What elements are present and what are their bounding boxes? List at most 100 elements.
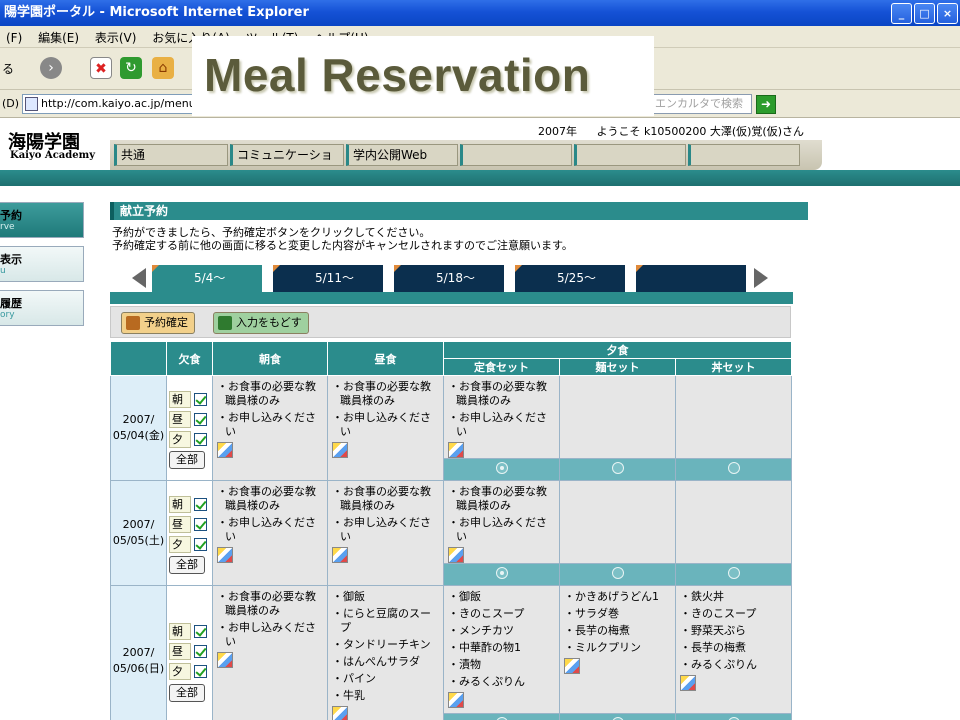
- menu-detail-icon[interactable]: [332, 442, 348, 458]
- nav-item-5[interactable]: [574, 144, 686, 166]
- menu-detail-icon[interactable]: [680, 675, 696, 691]
- sidebar-item-menu[interactable]: 表示 u: [0, 246, 84, 282]
- menu-view[interactable]: 表示(V): [89, 26, 143, 49]
- sidebar-item-label: 履歴: [0, 297, 22, 310]
- absent-breakfast-checkbox[interactable]: [194, 392, 207, 406]
- confirm-reservation-button[interactable]: 予約確定: [121, 312, 195, 334]
- week-tab-4[interactable]: 5/25～: [515, 265, 625, 292]
- meal-table: 欠食 朝食 昼食 夕食 定食セット 麺セット 丼セット 2007/05/04(金…: [110, 341, 792, 720]
- back-button[interactable]: る: [2, 60, 14, 77]
- dinner-choice-radio[interactable]: [727, 567, 740, 579]
- week-tab-5[interactable]: [636, 265, 746, 292]
- menu-detail-icon[interactable]: [448, 442, 464, 458]
- dinner-choice-radio[interactable]: [727, 462, 740, 474]
- menu-item: ・鉄火丼: [680, 590, 724, 603]
- date-cell: 2007/05/04(金): [110, 375, 167, 481]
- nav-public-web[interactable]: 学内公開Web: [346, 144, 458, 166]
- dinner-choice-cell: [559, 458, 676, 481]
- absent-lunch-checkbox[interactable]: [194, 412, 207, 426]
- dinner-choice-radio[interactable]: [495, 462, 508, 474]
- header-bowl-set: 丼セット: [675, 358, 792, 376]
- menu-detail-icon[interactable]: [448, 547, 464, 563]
- absent-dinner-checkbox[interactable]: [194, 537, 207, 551]
- absent-dinner-row: 夕: [169, 662, 212, 682]
- menu-detail-icon[interactable]: [332, 706, 348, 720]
- absent-breakfast-checkbox[interactable]: [194, 625, 207, 638]
- absent-breakfast-row: 朝: [169, 389, 212, 409]
- select-all-button[interactable]: 全部: [169, 451, 205, 469]
- next-week-arrow-icon[interactable]: [754, 268, 768, 288]
- maximize-button[interactable]: □: [914, 3, 935, 24]
- sidebar-item-reserve[interactable]: 予約 rve: [0, 202, 84, 238]
- absent-dinner-checkbox[interactable]: [194, 665, 207, 678]
- forward-icon[interactable]: ›: [40, 57, 62, 79]
- menu-cell-set-b: [559, 480, 676, 564]
- menu-detail-icon[interactable]: [217, 442, 233, 458]
- menu-item: ・かきあげうどん1: [564, 590, 659, 603]
- nav-item-4[interactable]: [460, 144, 572, 166]
- menu-detail-icon[interactable]: [217, 652, 233, 668]
- menu-item: ・ミルクプリン: [564, 641, 641, 654]
- absent-dinner-label: 夕: [169, 663, 191, 680]
- menu-item: ・御飯: [448, 590, 481, 603]
- absent-breakfast-checkbox[interactable]: [194, 497, 207, 511]
- date-day: 05/04(金): [112, 429, 165, 442]
- menu-detail-icon[interactable]: [332, 547, 348, 563]
- week-tab-1[interactable]: 5/4～: [152, 265, 262, 292]
- week-tab-label: 5/25～: [557, 271, 596, 285]
- date-cell: 2007/05/06(日): [110, 585, 167, 720]
- select-all-button[interactable]: 全部: [169, 683, 205, 702]
- menu-detail-icon[interactable]: [217, 547, 233, 563]
- home-icon[interactable]: ⌂: [152, 57, 174, 79]
- refresh-icon[interactable]: ↻: [120, 57, 142, 79]
- absent-lunch-label: 昼: [169, 410, 191, 428]
- header-set-meal: 定食セット: [443, 358, 560, 376]
- absent-lunch-label: 昼: [169, 643, 191, 660]
- prev-week-arrow-icon[interactable]: [132, 268, 146, 288]
- sidebar-item-sublabel: rve: [0, 222, 15, 232]
- action-bar: 予約確定 入力をもどす: [110, 306, 791, 338]
- menu-detail-icon[interactable]: [564, 658, 580, 674]
- close-button[interactable]: ×: [937, 3, 958, 24]
- absent-lunch-checkbox[interactable]: [194, 645, 207, 658]
- stop-icon[interactable]: ✖: [90, 57, 112, 79]
- header-lunch: 昼食: [327, 341, 444, 376]
- menu-item: ・牛乳: [332, 689, 365, 702]
- sidebar-item-sublabel: u: [0, 266, 6, 276]
- menu-item: ・お食事の必要な教職員様のみ: [448, 485, 547, 512]
- absent-lunch-checkbox[interactable]: [194, 517, 207, 531]
- header-band: [0, 170, 960, 186]
- week-tab-3[interactable]: 5/18～: [394, 265, 504, 292]
- header-info: 2007年 ようこそ k10500200 大澤(仮)覚(仮)さん: [538, 123, 804, 139]
- reset-input-button[interactable]: 入力をもどす: [213, 312, 309, 334]
- absent-dinner-label: 夕: [169, 430, 191, 448]
- absent-cell: 朝昼夕全部: [166, 585, 213, 720]
- select-all-button[interactable]: 全部: [169, 556, 205, 574]
- header-noodle-set: 麺セット: [559, 358, 676, 376]
- search-input[interactable]: エンカルタで検索: [650, 94, 752, 114]
- menu-edit[interactable]: 編集(E): [32, 26, 85, 49]
- window-controls: _ □ ×: [891, 3, 958, 24]
- undo-icon: [218, 316, 232, 330]
- dinner-choice-radio[interactable]: [611, 567, 624, 579]
- nav-item-6[interactable]: [688, 144, 800, 166]
- menu-file[interactable]: (F): [0, 28, 28, 48]
- date-day: 05/06(日): [112, 661, 165, 675]
- menu-detail-icon[interactable]: [448, 692, 464, 708]
- menu-item: ・野菜天ぷら: [680, 624, 746, 637]
- search-go-button[interactable]: ➜: [756, 95, 776, 114]
- address-input[interactable]: http://com.kaiyo.ac.jp/menu/: [22, 94, 202, 114]
- week-tab-2[interactable]: 5/11～: [273, 265, 383, 292]
- nav-common[interactable]: 共通: [114, 144, 228, 166]
- dinner-choice-cell: [675, 713, 792, 720]
- dinner-choice-radio[interactable]: [495, 567, 508, 579]
- week-tab-label: 5/18～: [436, 271, 475, 285]
- nav-communication[interactable]: コミュニケーション: [230, 144, 344, 182]
- minimize-button[interactable]: _: [891, 3, 912, 24]
- dinner-choice-radio[interactable]: [611, 462, 624, 474]
- header-absent: 欠食: [166, 341, 213, 376]
- sidebar-item-history[interactable]: 履歴 ory: [0, 290, 84, 326]
- portal-nav: 共通 コミュニケーション 学内公開Web: [110, 140, 822, 182]
- absent-dinner-checkbox[interactable]: [194, 432, 207, 446]
- menu-item: ・お申し込みください: [217, 621, 316, 648]
